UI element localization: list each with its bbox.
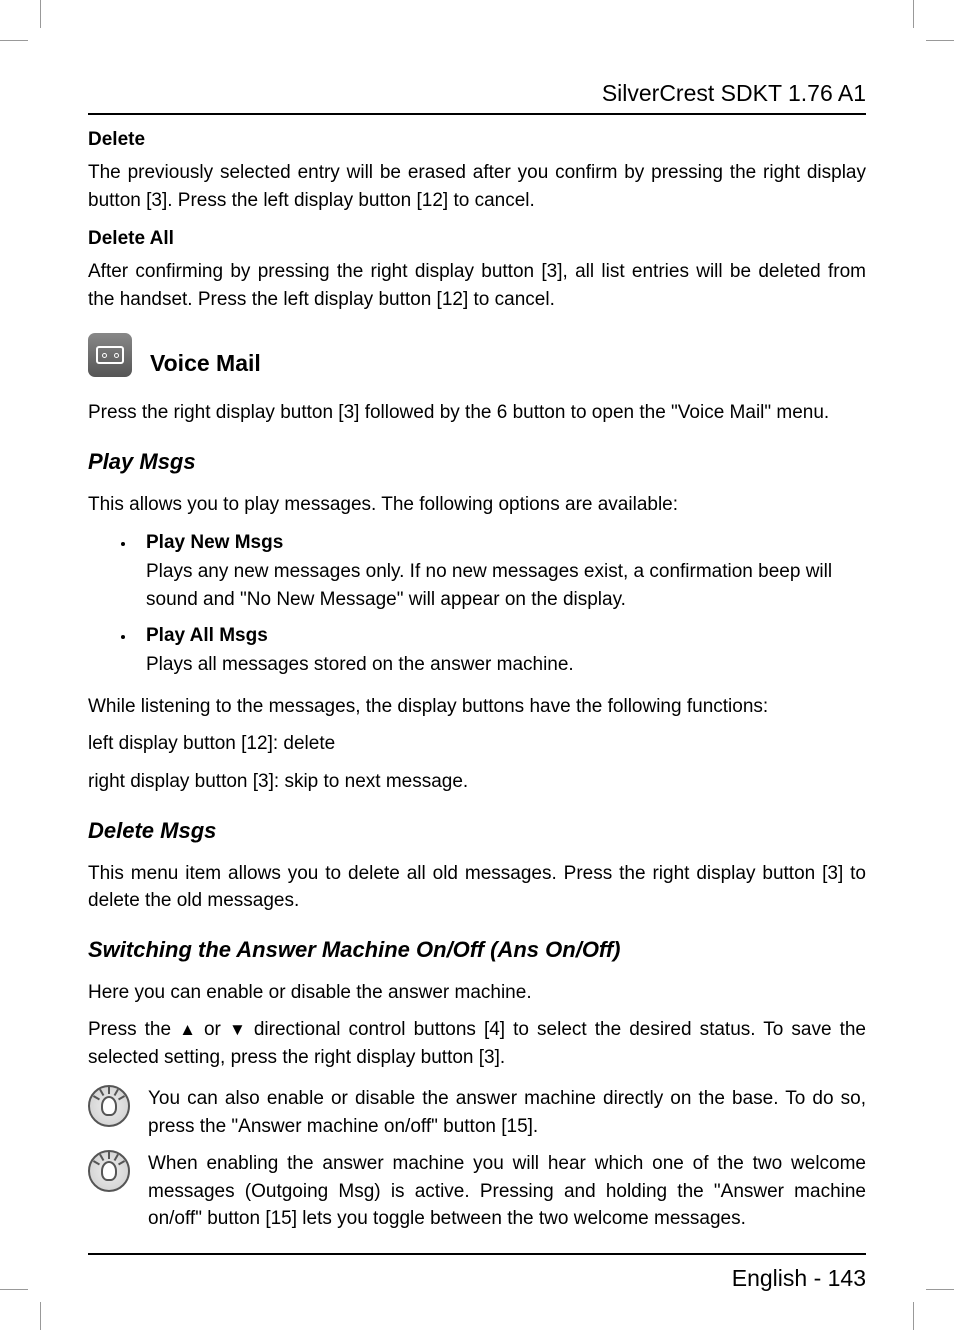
voicemail-title: Voice Mail xyxy=(150,350,261,377)
cassette-icon xyxy=(88,333,132,377)
bullet-body: Plays any new messages only. If no new m… xyxy=(146,558,866,613)
press-mid: or xyxy=(196,1019,229,1040)
voicemail-intro: Press the right display button [3] follo… xyxy=(88,399,866,427)
up-arrow-icon: ▲ xyxy=(179,1018,196,1043)
tip-row-2: When enabling the answer machine you wil… xyxy=(88,1150,866,1233)
ans-onoff-intro: Here you can enable or disable the answe… xyxy=(88,979,866,1007)
down-arrow-icon: ▼ xyxy=(229,1018,246,1043)
delete-all-body: After confirming by pressing the right d… xyxy=(88,258,866,313)
bullet-title: Play All Msgs xyxy=(146,625,866,647)
lightbulb-icon xyxy=(88,1085,130,1127)
bullet-title: Play New Msgs xyxy=(146,532,866,554)
left-button-fn: left display button [12]: delete xyxy=(88,730,866,758)
list-item: Play All Msgs Plays all messages stored … xyxy=(136,625,866,679)
voicemail-section-header: Voice Mail xyxy=(88,333,866,377)
delete-msgs-body: This menu item allows you to delete all … xyxy=(88,860,866,915)
play-msgs-heading: Play Msgs xyxy=(88,449,866,475)
page-footer: English - 143 xyxy=(88,1253,866,1292)
while-listening: While listening to the messages, the dis… xyxy=(88,693,866,721)
tip-1-text: You can also enable or disable the answe… xyxy=(148,1085,866,1140)
lightbulb-icon xyxy=(88,1150,130,1192)
press-prefix: Press the xyxy=(88,1019,179,1040)
page-header: SilverCrest SDKT 1.76 A1 xyxy=(88,80,866,115)
delete-all-heading: Delete All xyxy=(88,228,866,250)
bullet-body: Plays all messages stored on the answer … xyxy=(146,651,866,679)
tip-row-1: You can also enable or disable the answe… xyxy=(88,1085,866,1140)
ans-onoff-press: Press the ▲ or ▼ directional control but… xyxy=(88,1016,866,1071)
play-msgs-list: Play New Msgs Plays any new messages onl… xyxy=(136,532,866,679)
right-button-fn: right display button [3]: skip to next m… xyxy=(88,768,866,796)
delete-heading: Delete xyxy=(88,129,866,151)
list-item: Play New Msgs Plays any new messages onl… xyxy=(136,532,866,613)
delete-body: The previously selected entry will be er… xyxy=(88,159,866,214)
tip-2-text: When enabling the answer machine you wil… xyxy=(148,1150,866,1233)
delete-msgs-heading: Delete Msgs xyxy=(88,818,866,844)
ans-onoff-heading: Switching the Answer Machine On/Off (Ans… xyxy=(88,937,866,963)
play-msgs-intro: This allows you to play messages. The fo… xyxy=(88,491,866,519)
